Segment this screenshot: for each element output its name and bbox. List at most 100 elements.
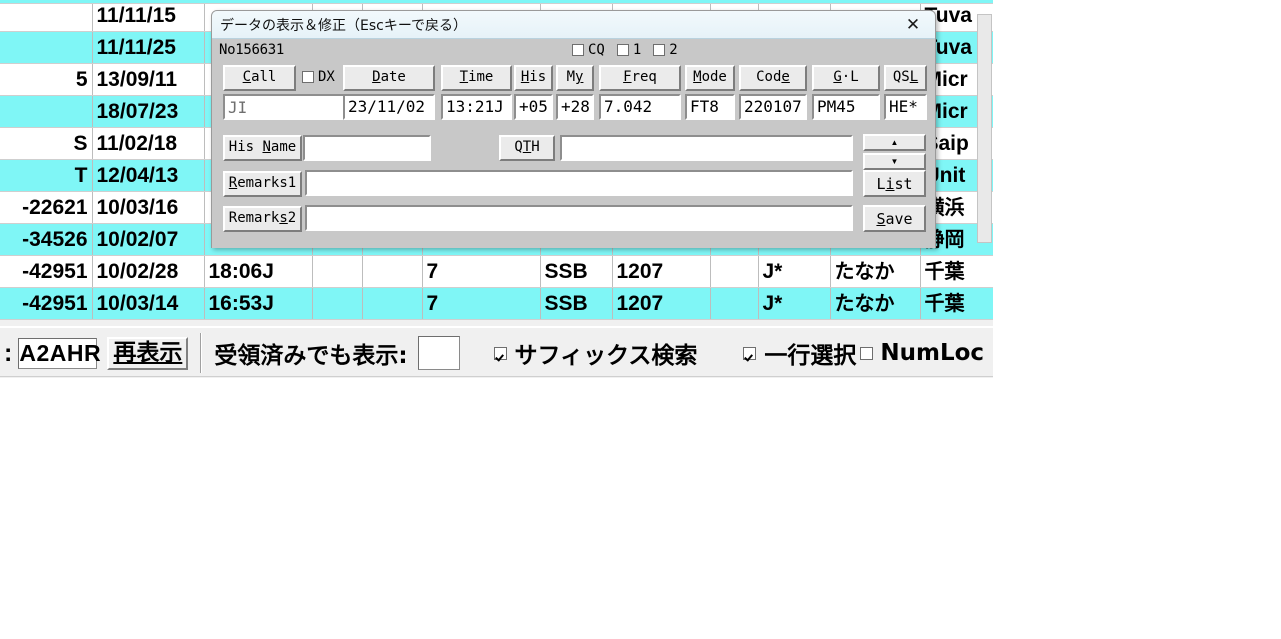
flag1-checkbox[interactable]: 1	[616, 42, 641, 58]
cell-date: 10/03/14	[92, 287, 205, 320]
redaction-mark	[562, 137, 570, 159]
table-row[interactable]: -42951 10/02/28 18:06J 7 SSB 1207 J* たなか…	[0, 255, 993, 288]
my-button[interactable]: My	[556, 65, 594, 91]
cell-mode: SSB	[540, 255, 613, 288]
checkbox-icon[interactable]	[302, 71, 314, 83]
dialog-title: データの表示＆修正（Escキーで戻る）	[220, 17, 467, 34]
his-name-input[interactable]	[303, 135, 431, 161]
record-number: No156631	[219, 42, 285, 58]
remarks1-button[interactable]: Remarks1	[223, 171, 302, 197]
cell-qsl-no: -42951	[0, 255, 93, 288]
record-spinner[interactable]: ▲ ▼	[863, 134, 926, 170]
cell-qsl-no: -34526	[0, 223, 93, 256]
code-button[interactable]: Code	[739, 65, 807, 91]
checkbox-icon[interactable]	[493, 346, 507, 360]
flag2-checkbox[interactable]: 2	[653, 42, 678, 58]
redaction-mark	[339, 137, 429, 157]
time-input[interactable]: 13:21J	[441, 94, 512, 120]
cq-label: CQ	[588, 42, 605, 58]
cell-blank3	[710, 287, 759, 320]
mode-button[interactable]: Mode	[685, 65, 735, 91]
his-button[interactable]: His	[514, 65, 553, 91]
redaction-mark	[245, 96, 305, 105]
cell-date: 13/09/11	[92, 63, 205, 96]
spinner-down-icon[interactable]: ▼	[863, 153, 926, 170]
cell-qth: 千葉	[920, 255, 993, 288]
code-input[interactable]: 220107	[739, 94, 807, 120]
list-button[interactable]: Li st	[863, 170, 926, 197]
redaction-mark	[315, 151, 429, 159]
data-edit-dialog: データの表示＆修正（Escキーで戻る） ✕ No156631 CQ 1 2 Ca…	[211, 10, 936, 248]
table-row-partial-top	[0, 0, 993, 4]
qsl-input[interactable]: HE*	[884, 94, 927, 120]
remarks2-button[interactable]: Remarks2	[223, 206, 302, 232]
cell-blank2	[362, 287, 423, 320]
cell-date: 10/02/28	[92, 255, 205, 288]
flag-checkbox-group: CQ 1 2	[572, 42, 678, 58]
time-button[interactable]: Time	[441, 65, 512, 91]
cell-date: 11/11/25	[92, 31, 205, 64]
cell-band: 7	[422, 287, 541, 320]
cell-qsl-no: -42951	[0, 287, 93, 320]
vertical-scrollbar-thumb[interactable]	[977, 14, 992, 243]
cell-date: 12/04/13	[92, 159, 205, 192]
mode-input[interactable]: FT8	[685, 94, 735, 120]
call-search-input[interactable]: A2AHR	[18, 337, 101, 369]
dialog-titlebar[interactable]: データの表示＆修正（Escキーで戻る） ✕	[212, 11, 935, 39]
spinner-up-icon[interactable]: ▲	[863, 134, 926, 151]
cell-qsl-no	[0, 0, 93, 32]
date-input[interactable]: 23/11/02	[343, 94, 435, 120]
qth-button[interactable]: QTH	[499, 135, 555, 161]
refresh-button[interactable]: 再表示	[107, 336, 189, 370]
toolbar-divider-line	[0, 376, 993, 377]
checkbox-icon[interactable]	[860, 346, 874, 360]
cell-time: 18:06J	[204, 255, 313, 288]
single-row-select-label: 一行選択	[764, 343, 857, 369]
cell-code: 1207	[612, 255, 711, 288]
freq-input[interactable]: 7.042	[599, 94, 681, 120]
cq-checkbox[interactable]: CQ	[572, 42, 605, 58]
my-rst-input[interactable]: +28	[556, 94, 594, 120]
checkbox-icon[interactable]	[653, 44, 666, 56]
qth-input[interactable]	[560, 135, 853, 161]
call-input[interactable]: JI	[223, 94, 350, 120]
single-row-select-checkbox[interactable]: 一行選択	[743, 336, 856, 370]
cell-date: 10/02/07	[92, 223, 205, 256]
dialog-body: No156631 CQ 1 2 Call DX Date Time His My…	[212, 39, 935, 248]
call-value-obscured: JI	[228, 98, 248, 117]
cell-qth: 千葉	[920, 287, 993, 320]
suffix-search-checkbox[interactable]: サフィックス検索	[493, 336, 697, 370]
cell-time: 16:53J	[204, 287, 313, 320]
cell-blank2	[362, 255, 423, 288]
redaction-mark	[305, 137, 335, 145]
checkbox-icon[interactable]	[743, 346, 757, 360]
his-rst-input[interactable]: +05	[514, 94, 553, 120]
grid-locator-input[interactable]: PM45	[812, 94, 880, 120]
dx-checkbox[interactable]: DX	[302, 69, 335, 85]
numlock-checkbox[interactable]: NumLoc	[860, 340, 984, 366]
date-button[interactable]: Date	[343, 65, 435, 91]
his-name-button[interactable]: His Name	[223, 135, 302, 161]
save-button[interactable]: Save	[863, 205, 926, 232]
show-received-input[interactable]	[417, 336, 460, 370]
cell-prefix: J*	[758, 255, 831, 288]
close-icon[interactable]: ✕	[891, 11, 935, 38]
gl-button[interactable]: G·L	[812, 65, 880, 91]
cell-qsl-no: S	[0, 127, 93, 160]
cell-date: 11/02/18	[92, 127, 205, 160]
qsl-button[interactable]: QSL	[884, 65, 927, 91]
table-row[interactable]: -42951 10/03/14 16:53J 7 SSB 1207 J* たなか…	[0, 287, 993, 320]
checkbox-icon[interactable]	[572, 44, 584, 56]
cell-qsl-no	[0, 95, 93, 128]
call-button[interactable]: Call	[223, 65, 296, 91]
search-label-colon: :	[4, 338, 13, 367]
cell-code: 1207	[612, 287, 711, 320]
freq-button[interactable]: Freq	[599, 65, 681, 91]
toolbar-divider	[200, 333, 203, 373]
dx-label: DX	[318, 69, 335, 85]
cell-blank1	[312, 287, 363, 320]
remarks2-input[interactable]	[305, 205, 853, 231]
cell-qsl-no: 5	[0, 63, 93, 96]
checkbox-icon[interactable]	[616, 44, 629, 56]
remarks1-input[interactable]	[305, 170, 853, 196]
